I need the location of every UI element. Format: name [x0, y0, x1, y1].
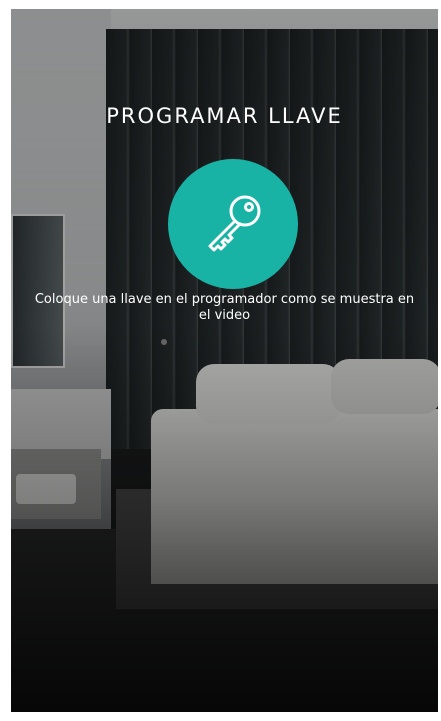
instruction-text: Coloque una llave en el programador como…: [34, 292, 415, 323]
key-icon: [208, 195, 261, 252]
key-badge: [168, 159, 298, 289]
programar-llave-screen: PROGRAMAR LLAVE Coloque una llave en el …: [11, 9, 438, 712]
page-title: PROGRAMAR LLAVE: [106, 104, 343, 128]
